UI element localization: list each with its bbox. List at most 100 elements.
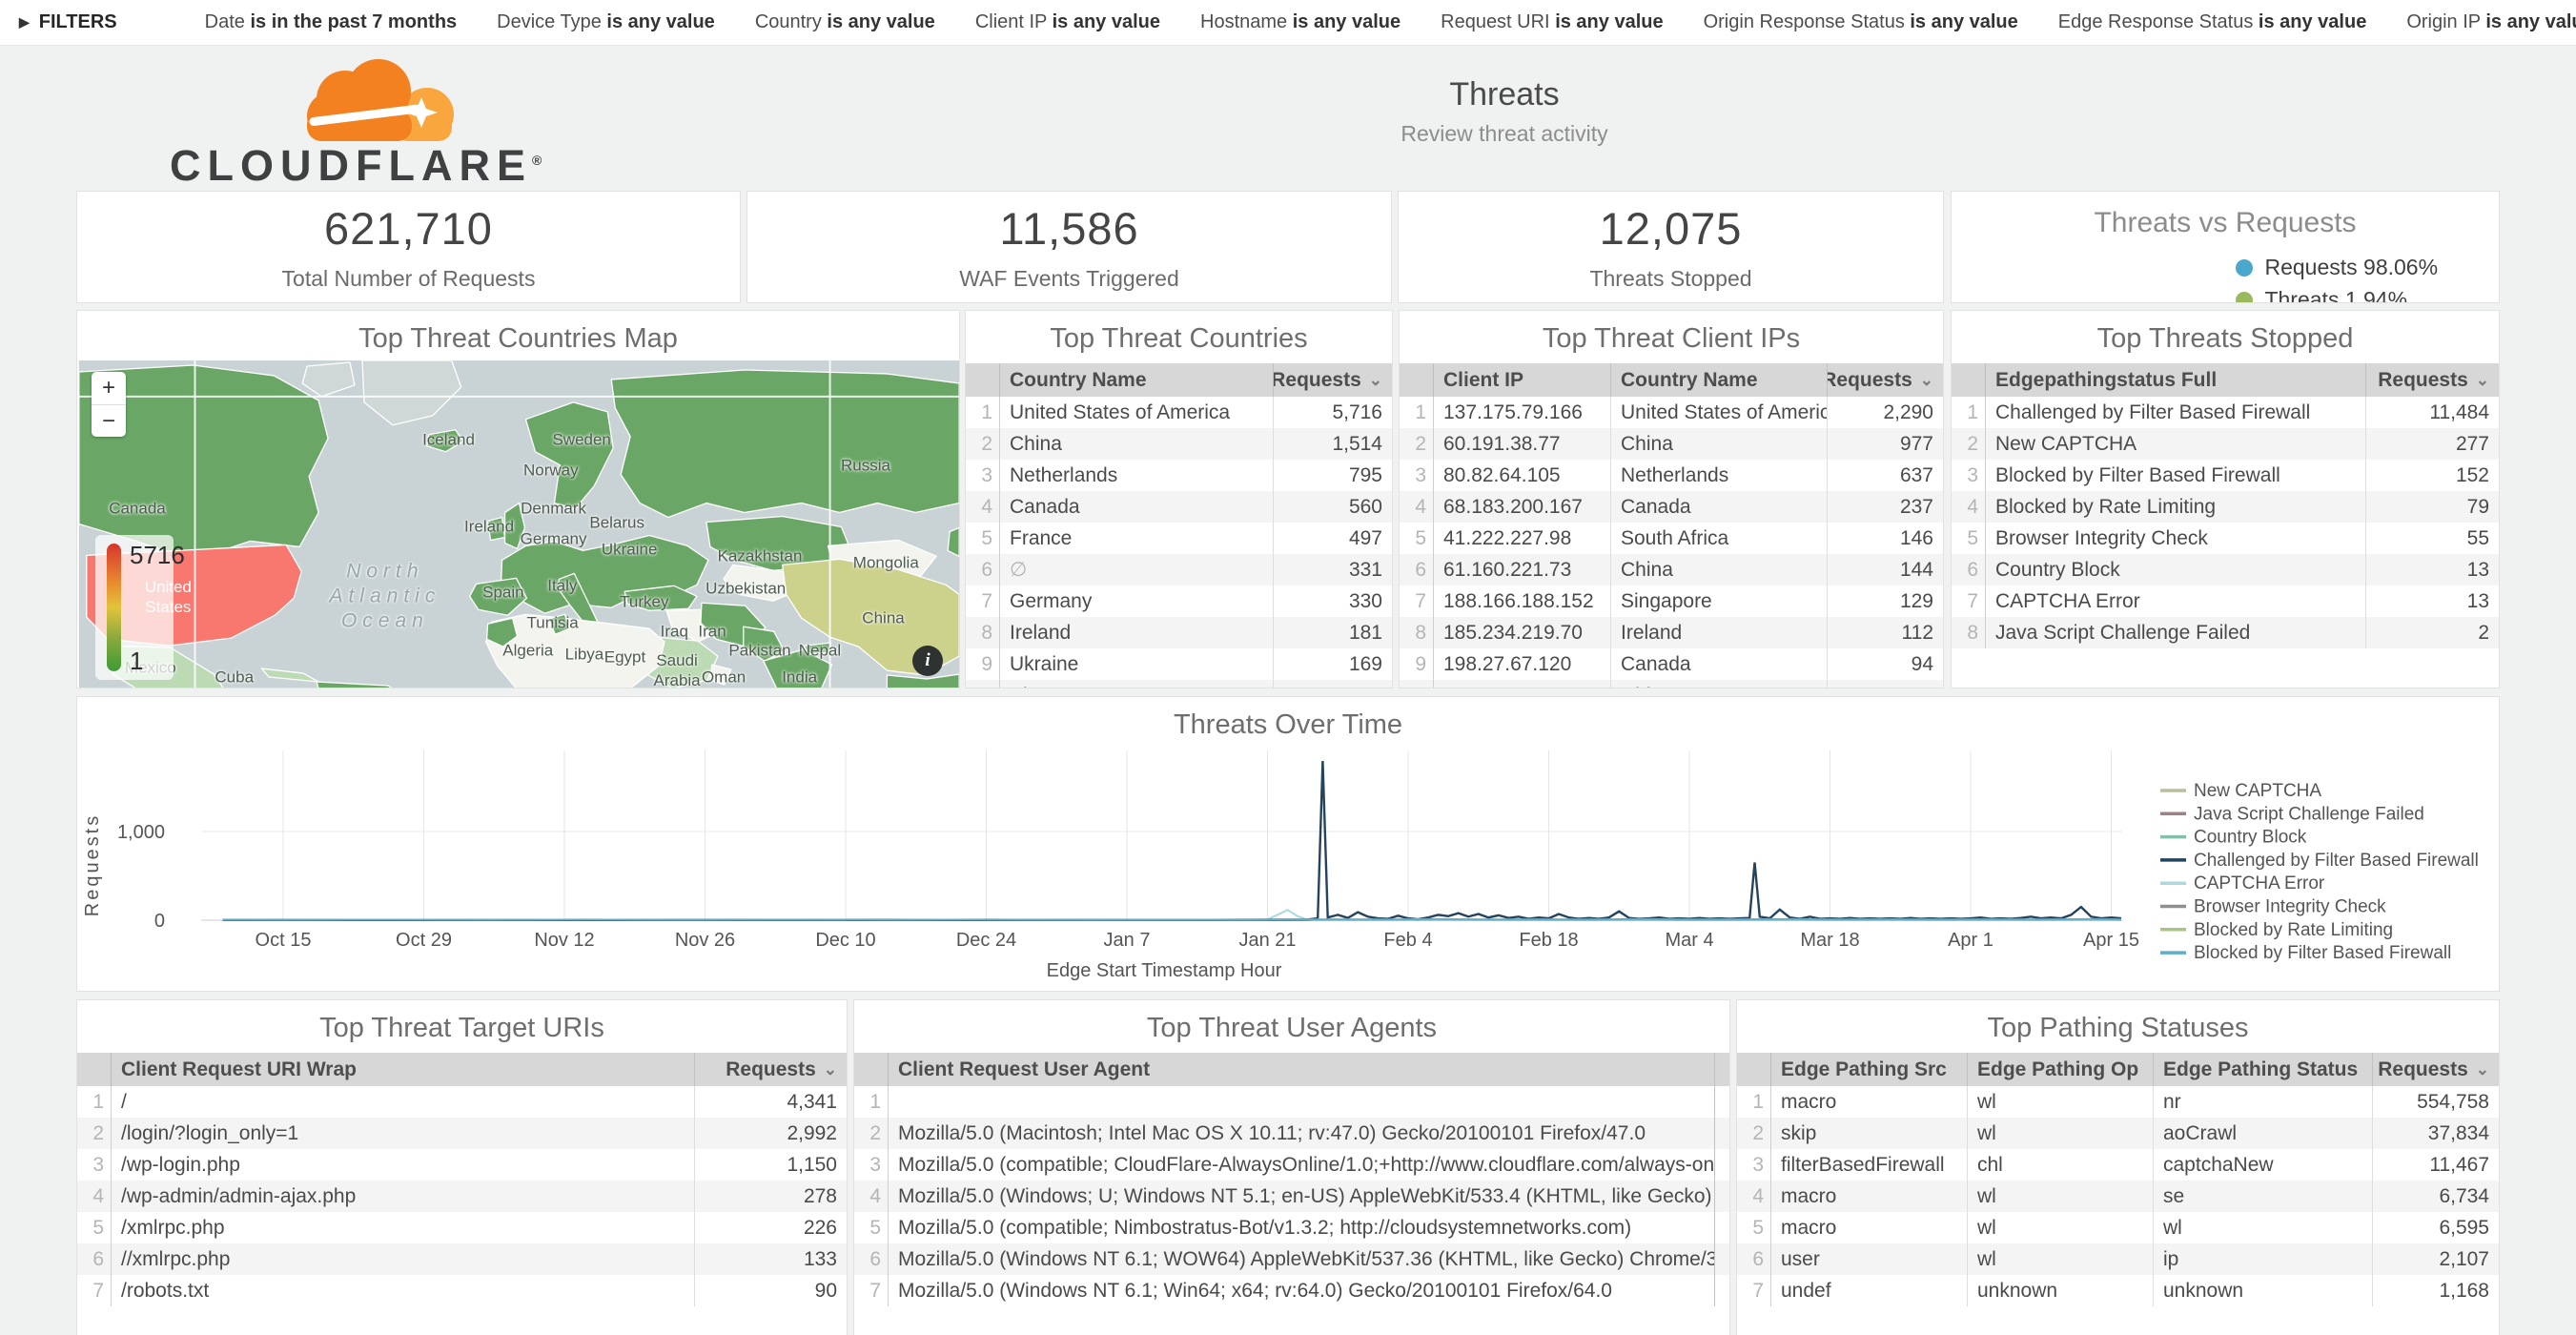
table-row[interactable]: 7Mozilla/5.0 (Windows NT 6.1; Win64; x64…: [854, 1275, 1729, 1306]
column-header-3[interactable]: Requests⌄: [1827, 363, 1943, 397]
table-body: 1United States of America5,7162China1,51…: [966, 397, 1392, 688]
table-row[interactable]: 2skipwlaoCrawl37,834: [1737, 1118, 2499, 1149]
column-header-2[interactable]: Requests⌄: [694, 1053, 847, 1086]
world-map[interactable]: CanadaUnited StatesMexicoCubaIcelandSwed…: [78, 360, 958, 688]
table-cell: 795: [1273, 460, 1392, 491]
table-row[interactable]: 661.160.221.73China144: [1400, 554, 1943, 585]
table-row[interactable]: 5Mozilla/5.0 (compatible; Nimbostratus-B…: [854, 1212, 1729, 1243]
table-row[interactable]: 1Challenged by Filter Based Firewall11,4…: [1952, 397, 2499, 428]
top-threats-stopped-table: Edgepathingstatus FullRequests⌄1Challeng…: [1952, 363, 2499, 648]
table-row[interactable]: 2China1,514: [966, 428, 1392, 460]
stat-value: 621,710: [324, 202, 493, 255]
table-row[interactable]: 7CAPTCHA Error13: [1952, 585, 2499, 617]
table-row[interactable]: 1macrowlnr554,758: [1737, 1086, 2499, 1118]
table-row[interactable]: 5Browser Integrity Check55: [1952, 523, 2499, 554]
table-row[interactable]: 3Mozilla/5.0 (compatible; CloudFlare-Alw…: [854, 1149, 1729, 1181]
table-row[interactable]: 468.183.200.167Canada237: [1400, 491, 1943, 523]
table-row[interactable]: 7undefunknownunknown1,168: [1737, 1275, 2499, 1306]
column-header-2[interactable]: Requests⌄: [1273, 363, 1392, 397]
table-row[interactable]: 9198.27.67.120Canada94: [1400, 648, 1943, 680]
table-row[interactable]: 4Mozilla/5.0 (Windows; U; Windows NT 5.1…: [854, 1181, 1729, 1212]
map-zoom-controls: + −: [92, 372, 126, 437]
filter-chip[interactable]: Origin IP is any value: [2406, 11, 2576, 33]
table-row[interactable]: 5/xmlrpc.php226: [77, 1212, 847, 1243]
cloudflare-wordmark: CLOUDFLARE®: [170, 141, 513, 191]
legend-label: Threats 1.94%: [2264, 287, 2407, 303]
table-row[interactable]: 3Netherlands795: [966, 460, 1392, 491]
table-cell: 144: [1827, 554, 1943, 585]
filter-chip[interactable]: Hostname is any value: [1200, 11, 1400, 33]
table-cell: wl: [1967, 1181, 2153, 1212]
table-row[interactable]: 6Country Block13: [1952, 554, 2499, 585]
table-row[interactable]: 1United States of America5,716: [966, 397, 1392, 428]
map-info-icon[interactable]: i: [912, 646, 943, 676]
filter-chip[interactable]: Request URI is any value: [1441, 11, 1663, 33]
table-row[interactable]: 6Mozilla/5.0 (Windows NT 6.1; WOW64) App…: [854, 1243, 1729, 1275]
card-title: Top Threat User Agents: [854, 1000, 1729, 1053]
table-row[interactable]: 3Blocked by Filter Based Firewall152: [1952, 460, 2499, 491]
table-row[interactable]: 260.191.38.77China977: [1400, 428, 1943, 460]
column-header-2: Country Name: [1610, 363, 1827, 397]
map-zoom-in-button[interactable]: +: [92, 372, 126, 404]
table-row[interactable]: 8Java Script Challenge Failed2: [1952, 617, 2499, 648]
table-row[interactable]: 380.82.64.105Netherlands637: [1400, 460, 1943, 491]
column-header-2[interactable]: Requests⌄: [2365, 363, 2499, 397]
table-cell: 237: [1827, 491, 1943, 523]
row-rank: 1: [1952, 397, 1986, 428]
filter-chip[interactable]: Device Type is any value: [497, 11, 715, 33]
table-row[interactable]: 3/wp-login.php1,150: [77, 1149, 847, 1181]
filter-chip[interactable]: Date is in the past 7 months: [205, 11, 458, 33]
top-threat-client-ips-table: Client IPCountry NameRequests⌄1137.175.7…: [1400, 363, 1943, 688]
table-row[interactable]: 1/4,341: [77, 1086, 847, 1118]
table-cell: se: [2153, 1181, 2372, 1212]
table-row[interactable]: 2Mozilla/5.0 (Macintosh; Intel Mac OS X …: [854, 1118, 1729, 1149]
filter-chip[interactable]: Client IP is any value: [975, 11, 1160, 33]
table-row[interactable]: 4Canada560: [966, 491, 1392, 523]
row-rank: 4: [1400, 491, 1434, 523]
table-row[interactable]: 3filterBasedFirewallchlcaptchaNew11,467: [1737, 1149, 2499, 1181]
table-row[interactable]: 5France497: [966, 523, 1392, 554]
table-row[interactable]: 5macrowlwl6,595: [1737, 1212, 2499, 1243]
table-cell: wl: [1967, 1243, 2153, 1275]
threats-over-time-chart[interactable]: Oct 15Oct 29Nov 12Nov 26Dec 10Dec 24Jan …: [77, 741, 2499, 992]
table-row[interactable]: 2New CAPTCHA277: [1952, 428, 2499, 460]
rank-header: [854, 1053, 889, 1086]
column-header-4[interactable]: Requests⌄: [2372, 1053, 2499, 1086]
map-country-label: Egypt: [604, 647, 645, 668]
table-row[interactable]: 6∅331: [966, 554, 1392, 585]
table-row[interactable]: 6//xmlrpc.php133: [77, 1243, 847, 1275]
table-cell: user: [1771, 1243, 1967, 1275]
svg-text:Nov 12: Nov 12: [534, 930, 594, 951]
table-row[interactable]: 6userwlip2,107: [1737, 1243, 2499, 1275]
table-row[interactable]: 1137.175.79.166United States of America2…: [1400, 397, 1943, 428]
table-cell: 90: [694, 1275, 847, 1306]
table-row[interactable]: 4Blocked by Rate Limiting79: [1952, 491, 2499, 523]
table-row[interactable]: 7Germany330: [966, 585, 1392, 617]
map-country-label: Kazakhstan: [718, 545, 803, 565]
table-cell: 977: [1827, 428, 1943, 460]
table-row[interactable]: 2/login/?login_only=12,992: [77, 1118, 847, 1149]
table-cell: Singapore: [1000, 680, 1273, 688]
svg-text:Jan 7: Jan 7: [1104, 930, 1151, 951]
table-row[interactable]: 541.222.227.98South Africa146: [1400, 523, 1943, 554]
filter-chip[interactable]: Country is any value: [755, 11, 935, 33]
table-row[interactable]: 8Ireland181: [966, 617, 1392, 648]
table-row[interactable]: 4/wp-admin/admin-ajax.php278: [77, 1181, 847, 1212]
filter-chip[interactable]: Origin Response Status is any value: [1704, 11, 2018, 33]
row-rank: 4: [854, 1181, 889, 1212]
filters-toggle[interactable]: ▶ FILTERS: [19, 11, 117, 33]
map-zoom-out-button[interactable]: −: [92, 404, 126, 437]
table-cell: Mozilla/5.0 (Macintosh; Intel Mac OS X 1…: [889, 1118, 1714, 1149]
table-row[interactable]: 7188.166.188.152Singapore129: [1400, 585, 1943, 617]
map-country-label: Saudi Arabia: [653, 650, 700, 688]
row-rank: 5: [1400, 523, 1434, 554]
table-row[interactable]: 4macrowlse6,734: [1737, 1181, 2499, 1212]
table-row[interactable]: 9Ukraine169: [966, 648, 1392, 680]
table-row[interactable]: 7/robots.txt90: [77, 1275, 847, 1306]
filter-chip[interactable]: Edge Response Status is any value: [2058, 11, 2367, 33]
chart-legend[interactable]: New CAPTCHAJava Script Challenge FailedC…: [2160, 781, 2479, 963]
table-row[interactable]: 1061.160.247.127China88: [1400, 680, 1943, 688]
table-row[interactable]: 10Singapore158: [966, 680, 1392, 688]
table-row[interactable]: 8185.234.219.70Ireland112: [1400, 617, 1943, 648]
table-row[interactable]: 1: [854, 1086, 1729, 1118]
